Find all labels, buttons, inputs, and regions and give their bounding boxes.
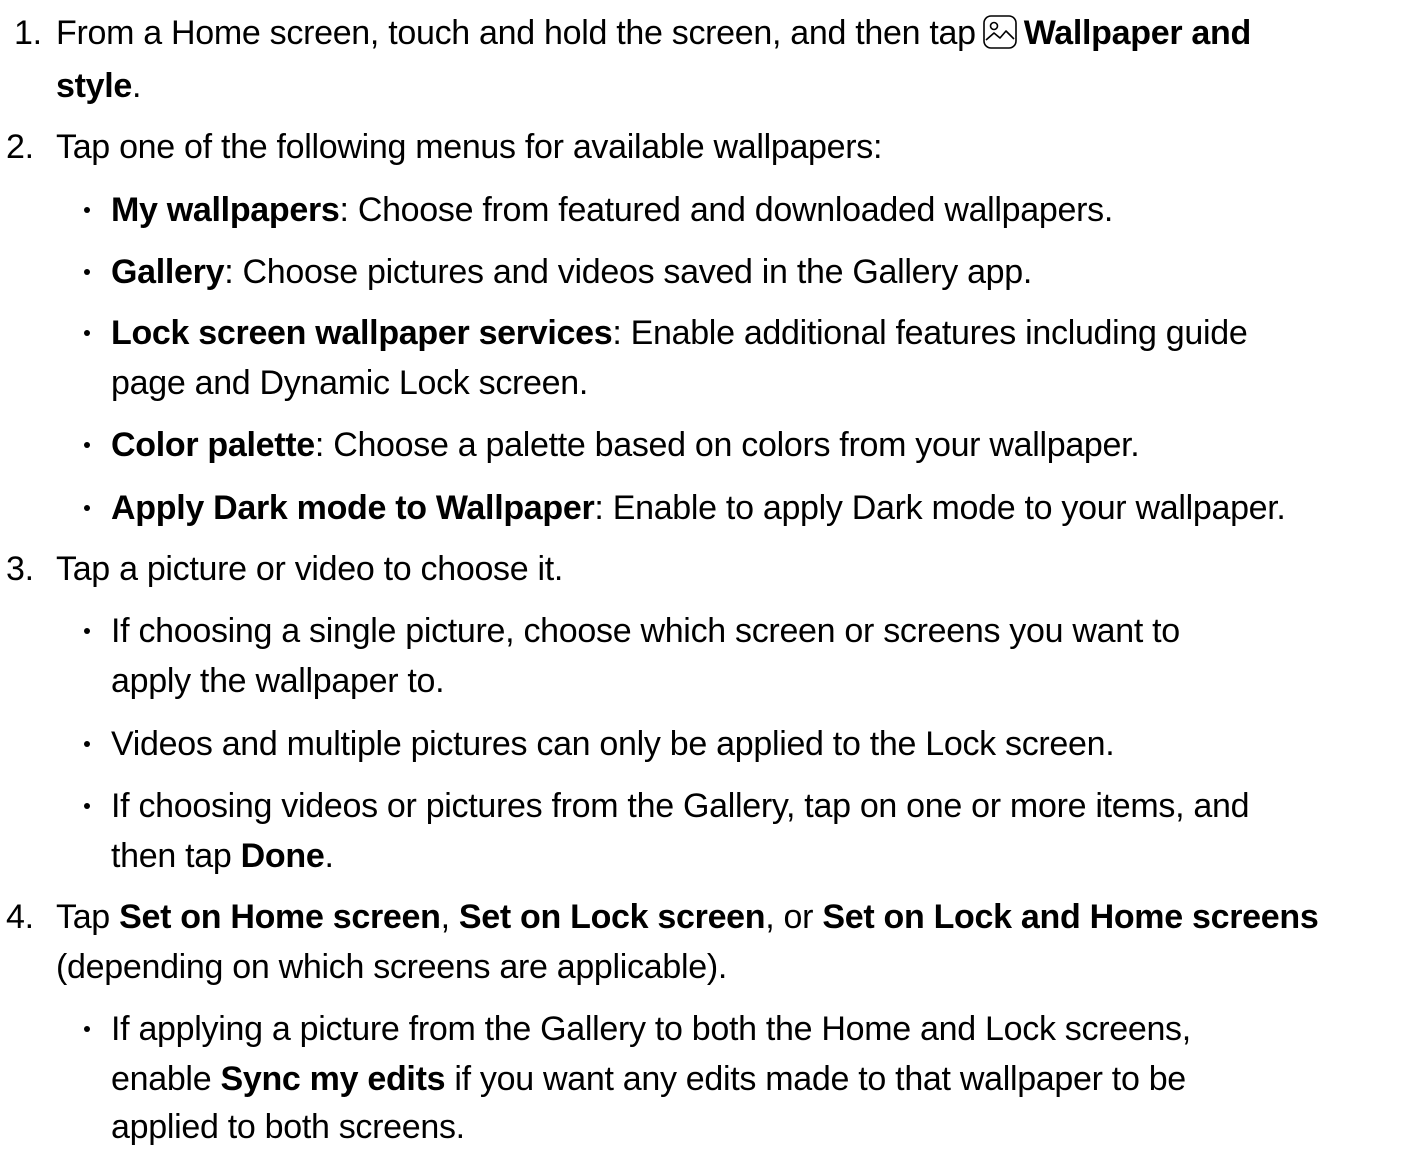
step-number: 4. bbox=[6, 898, 34, 936]
wallpaper-and-style-label: Wallpaper and bbox=[1023, 14, 1252, 52]
step-number: 3. bbox=[6, 550, 34, 588]
bullet-dot bbox=[84, 741, 90, 747]
step-text: Tap one of the following menus for avail… bbox=[56, 128, 883, 166]
list-item: Videos and multiple pictures can only be… bbox=[111, 725, 1115, 763]
list-item: My wallpapers: Choose from featured and … bbox=[111, 191, 1113, 229]
list-item: If choosing a single picture, choose whi… bbox=[111, 612, 1180, 650]
list-item: Gallery: Choose pictures and videos save… bbox=[111, 253, 1033, 291]
step-1-line-2: style. bbox=[56, 67, 142, 105]
bullet-dot bbox=[84, 269, 90, 275]
list-item: If choosing videos or pictures from the … bbox=[111, 787, 1250, 825]
bullet-dot bbox=[84, 330, 90, 336]
step-number: 1. bbox=[14, 14, 42, 52]
list-item-continuation: applied to both screens. bbox=[111, 1108, 465, 1146]
bullet-dot bbox=[84, 1026, 90, 1032]
bullet-dot bbox=[84, 442, 90, 448]
list-item-continuation: page and Dynamic Lock screen. bbox=[111, 364, 589, 402]
bullet-dot bbox=[84, 505, 90, 511]
bullet-dot bbox=[84, 628, 90, 634]
step-4-line-2: (depending on which screens are applicab… bbox=[56, 948, 728, 986]
bullet-dot bbox=[84, 803, 90, 809]
step-text: From a Home screen, touch and hold the s… bbox=[56, 14, 1252, 52]
list-item: If applying a picture from the Gallery t… bbox=[111, 1010, 1191, 1048]
list-item: Lock screen wallpaper services: Enable a… bbox=[111, 314, 1248, 352]
list-item: Apply Dark mode to Wallpaper: Enable to … bbox=[111, 489, 1286, 527]
list-item-continuation: apply the wallpaper to. bbox=[111, 662, 445, 700]
wallpaper-icon bbox=[982, 15, 1017, 49]
step-text: Tap Set on Home screen, Set on Lock scre… bbox=[56, 898, 1319, 936]
step-number: 2. bbox=[6, 128, 34, 166]
list-item: Color palette: Choose a palette based on… bbox=[111, 426, 1140, 464]
list-item-continuation: enable Sync my edits if you want any edi… bbox=[111, 1060, 1186, 1098]
list-item-continuation: then tap Done. bbox=[111, 837, 334, 875]
step-text: Tap a picture or video to choose it. bbox=[56, 550, 564, 588]
bullet-dot bbox=[84, 207, 90, 213]
